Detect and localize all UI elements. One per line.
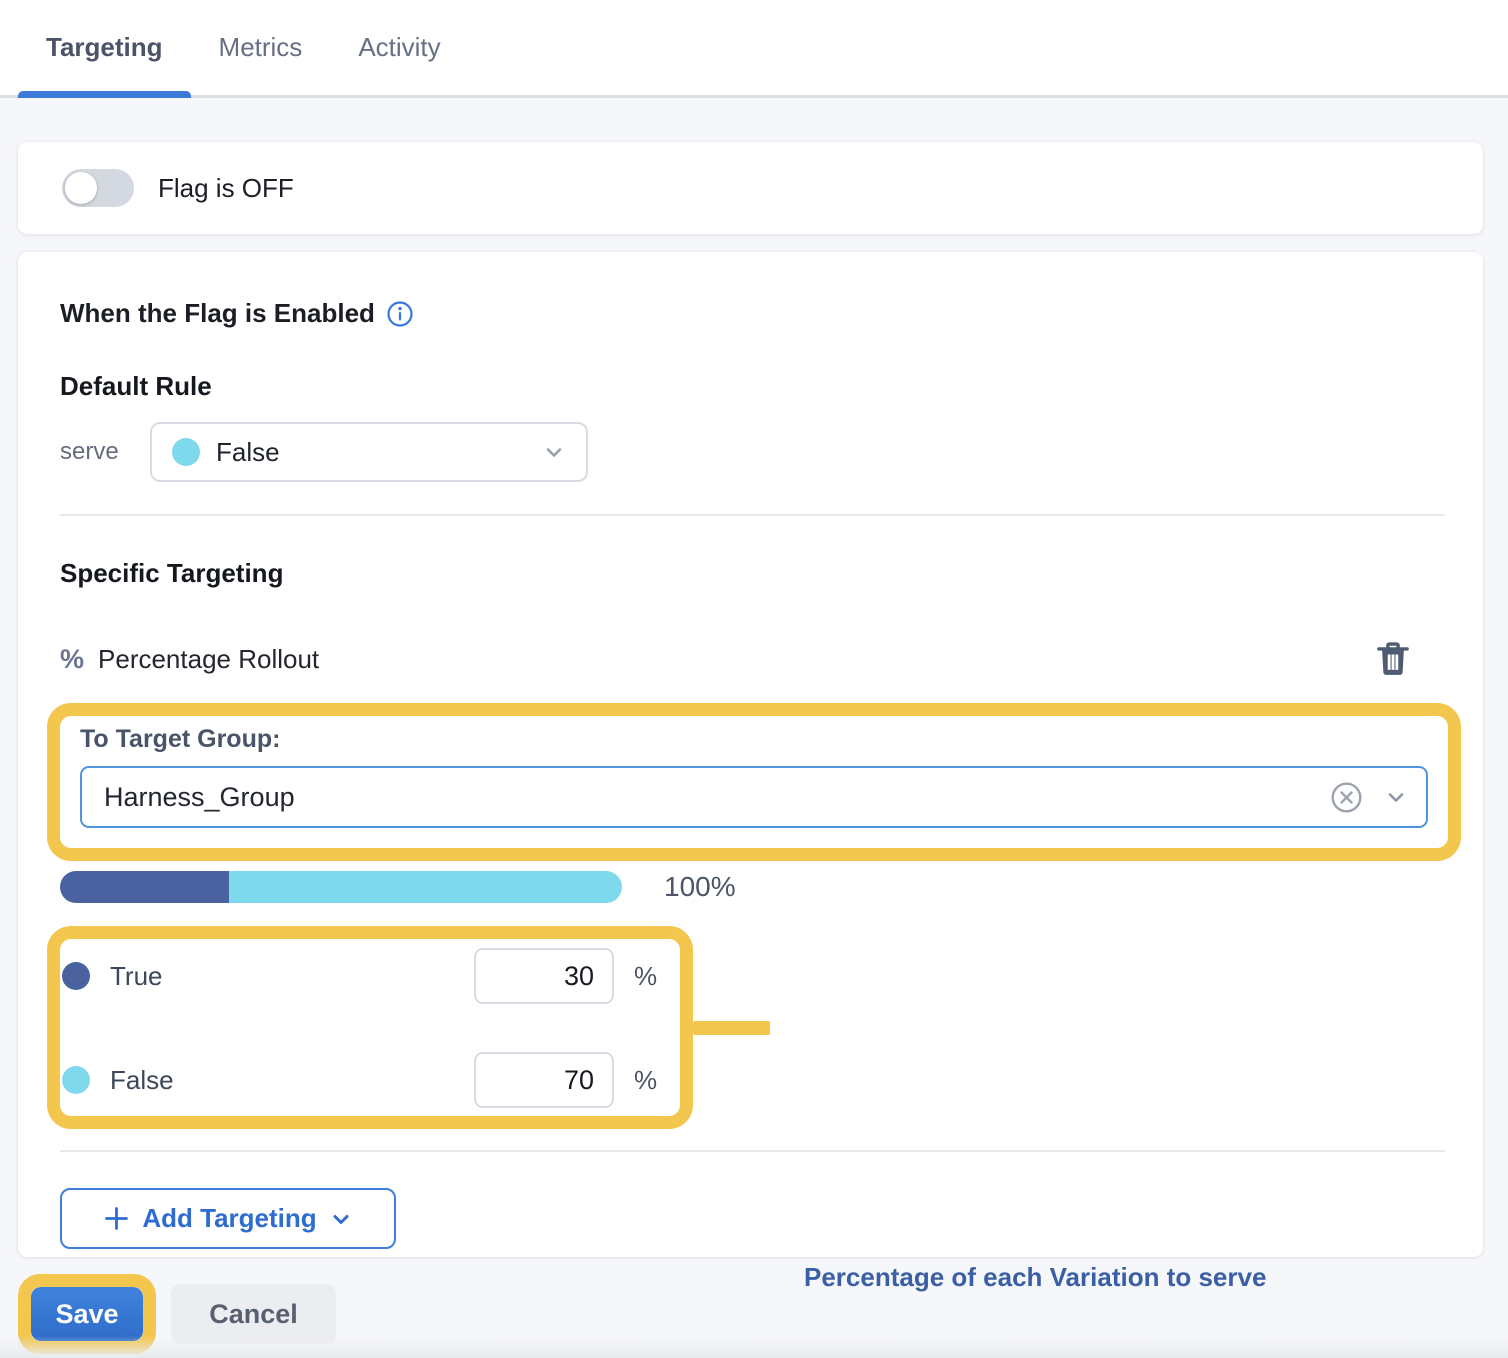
false-percent-input[interactable] <box>474 1052 614 1108</box>
progress-segment-false <box>229 871 622 903</box>
rollout-progress-row: 100% <box>60 871 1445 903</box>
targeting-rules-card: When the Flag is Enabled Default Rule se… <box>18 252 1483 1257</box>
cancel-button[interactable]: Cancel <box>171 1284 336 1344</box>
section-divider <box>60 514 1445 516</box>
tab-activity-label: Activity <box>358 32 440 63</box>
to-target-group-label: To Target Group: <box>80 725 1428 754</box>
true-variation-label: True <box>110 961 474 992</box>
flag-toggle-knob <box>65 172 97 204</box>
page-content: Flag is OFF When the Flag is Enabled Def… <box>0 98 1508 1354</box>
when-flag-enabled-title: When the Flag is Enabled <box>60 298 375 329</box>
false-variation-label: False <box>110 1065 474 1096</box>
save-highlight-ring: Save <box>18 1274 156 1354</box>
rollout-rule-title: Percentage Rollout <box>98 644 1376 675</box>
add-targeting-button[interactable]: Add Targeting <box>60 1188 396 1249</box>
target-group-highlight-box: To Target Group: <box>47 703 1461 861</box>
tab-targeting-label: Targeting <box>46 32 163 63</box>
annotation-connector-line <box>693 1021 770 1035</box>
active-tab-underline <box>18 91 191 98</box>
default-rule-heading: Default Rule <box>60 371 1445 402</box>
variation-row-true: True % <box>62 948 664 1004</box>
tab-bar: Targeting Metrics Activity <box>0 0 1508 98</box>
true-variation-dot <box>62 962 90 990</box>
default-variation-select[interactable]: False <box>150 422 588 482</box>
false-variation-dot <box>62 1066 90 1094</box>
percent-suffix: % <box>634 961 664 992</box>
progress-segment-true <box>60 871 229 903</box>
chevron-down-icon <box>542 440 566 464</box>
tab-activity[interactable]: Activity <box>330 0 468 95</box>
serve-label: serve <box>60 438 150 466</box>
true-percent-input[interactable] <box>474 948 614 1004</box>
variation-annotation-text: Percentage of each Variation to serve <box>804 1262 1266 1293</box>
tab-targeting[interactable]: Targeting <box>18 0 191 95</box>
progress-total-label: 100% <box>664 871 736 903</box>
trash-icon[interactable] <box>1376 641 1410 677</box>
percent-icon: % <box>60 644 84 675</box>
rollout-progress-bar <box>60 871 622 903</box>
info-icon[interactable] <box>387 301 413 327</box>
clear-selection-icon[interactable] <box>1331 782 1362 813</box>
selected-variation-label: False <box>216 437 542 468</box>
target-group-select[interactable] <box>80 766 1428 828</box>
section-heading-row: When the Flag is Enabled <box>60 298 1445 329</box>
flag-toggle[interactable] <box>62 169 134 207</box>
tab-metrics[interactable]: Metrics <box>191 0 331 95</box>
specific-targeting-heading: Specific Targeting <box>60 558 1445 589</box>
default-rule-serve-row: serve False <box>60 422 1445 482</box>
target-group-input[interactable] <box>82 782 1331 813</box>
chevron-down-icon <box>329 1207 353 1231</box>
footer-actions: Save Cancel <box>18 1274 1508 1354</box>
variation-color-dot <box>172 438 200 466</box>
variation-row-false: False % <box>62 1052 664 1108</box>
add-targeting-label: Add Targeting <box>142 1203 316 1234</box>
chevron-down-icon[interactable] <box>1384 785 1408 809</box>
percent-suffix: % <box>634 1065 664 1096</box>
variations-highlight-box: True % False % <box>47 926 693 1129</box>
plus-icon <box>103 1205 130 1232</box>
flag-status-label: Flag is OFF <box>158 173 294 204</box>
tab-metrics-label: Metrics <box>219 32 303 63</box>
bottom-divider <box>60 1150 1445 1152</box>
percentage-rollout-row: % Percentage Rollout <box>60 641 1445 677</box>
flag-status-card: Flag is OFF <box>18 142 1483 234</box>
save-button[interactable]: Save <box>31 1287 143 1341</box>
